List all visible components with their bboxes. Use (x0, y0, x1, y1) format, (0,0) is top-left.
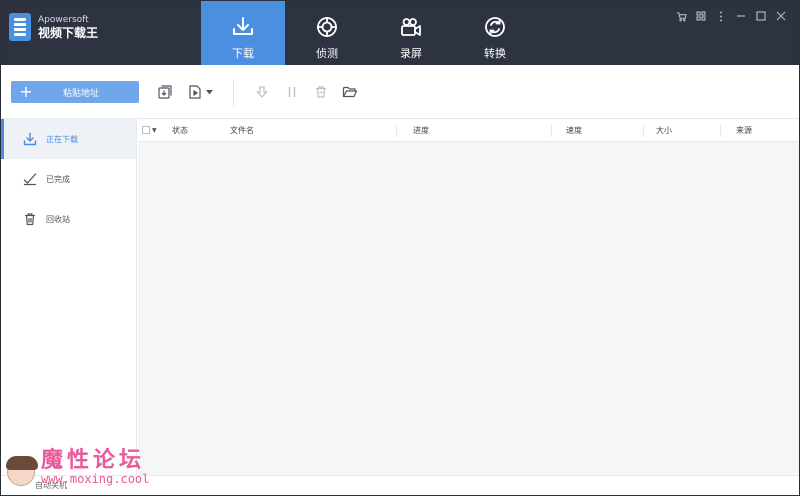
window-controls (675, 10, 787, 22)
tab-detect-label: 侦测 (316, 47, 338, 60)
delete-icon[interactable] (312, 83, 330, 101)
tab-detect[interactable]: 侦测 (285, 1, 369, 65)
paste-url-button[interactable]: + 粘贴地址 (11, 81, 139, 103)
refresh-icon (485, 17, 505, 37)
brand-name: Apowersoft (38, 14, 89, 25)
sidebar-item-label: 回收站 (46, 214, 70, 224)
tab-record[interactable]: 录屏 (369, 1, 453, 65)
cart-icon[interactable] (675, 10, 687, 22)
column-source[interactable]: 来源 (736, 119, 752, 142)
download-list-icon[interactable] (156, 83, 174, 101)
column-divider (551, 124, 552, 137)
download-table: ▼ 状态 文件名 进度 速度 大小 来源 (138, 119, 799, 475)
app-logo-icon (9, 13, 31, 41)
top-bar: Apowersoft 视频下载王 下载 侦测 录屏 转换 (1, 1, 799, 65)
sidebar-item-label: 正在下载 (46, 134, 78, 144)
main-nav: 下载 侦测 录屏 转换 (201, 1, 537, 65)
start-download-icon[interactable] (253, 83, 271, 101)
column-divider (643, 124, 644, 137)
plus-icon: + (19, 82, 33, 101)
dropdown-arrow-icon[interactable] (204, 83, 214, 101)
app-window: Apowersoft 视频下载王 下载 侦测 录屏 转换 + 粘贴地址 正在下载… (0, 0, 800, 496)
column-divider (396, 124, 397, 137)
column-filename[interactable]: 文件名 (230, 119, 254, 142)
grid-icon[interactable] (695, 10, 707, 22)
video-file-icon[interactable] (186, 83, 204, 101)
download-icon (23, 132, 37, 146)
open-folder-icon[interactable] (341, 83, 359, 101)
tab-record-label: 录屏 (400, 47, 422, 60)
column-progress[interactable]: 进度 (413, 119, 429, 142)
tab-convert[interactable]: 转换 (453, 1, 537, 65)
sidebar: 正在下载 已完成 回收站 (1, 119, 137, 495)
column-size[interactable]: 大小 (656, 119, 672, 142)
select-dropdown-icon[interactable]: ▼ (152, 119, 157, 142)
check-icon (23, 173, 37, 186)
sidebar-item-completed[interactable]: 已完成 (1, 159, 136, 199)
sidebar-item-downloading[interactable]: 正在下载 (1, 119, 136, 159)
trash-icon (25, 213, 35, 226)
sidebar-item-label: 已完成 (46, 174, 70, 184)
watermark-url: www.moxing.cool (41, 472, 150, 486)
brand: Apowersoft 视频下载王 (9, 13, 98, 41)
column-speed[interactable]: 速度 (566, 119, 582, 142)
video-camera-icon (401, 18, 421, 36)
close-icon[interactable] (775, 10, 787, 22)
column-status[interactable]: 状态 (172, 119, 188, 142)
more-icon[interactable] (715, 10, 727, 22)
sidebar-item-recycle-bin[interactable]: 回收站 (1, 199, 136, 239)
paste-url-label: 粘贴地址 (63, 88, 100, 99)
app-title: 视频下载王 (38, 25, 99, 40)
tab-convert-label: 转换 (484, 47, 506, 60)
toolbar: + 粘贴地址 (1, 65, 799, 119)
select-all-checkbox[interactable] (142, 126, 150, 134)
forum-watermark: 魔性论坛 www.moxing.cool (6, 448, 150, 486)
download-tray-icon (233, 17, 253, 35)
toolbar-divider (233, 79, 234, 107)
mascot-icon (6, 456, 38, 486)
watermark-title: 魔性论坛 (41, 448, 146, 473)
target-icon (317, 17, 337, 37)
maximize-icon[interactable] (755, 10, 767, 22)
column-divider (720, 124, 721, 137)
tab-download[interactable]: 下载 (201, 1, 285, 65)
minimize-icon[interactable] (735, 10, 747, 22)
tab-download-label: 下载 (232, 47, 254, 60)
pause-icon[interactable] (283, 83, 301, 101)
table-header: ▼ 状态 文件名 进度 速度 大小 来源 (138, 119, 799, 142)
